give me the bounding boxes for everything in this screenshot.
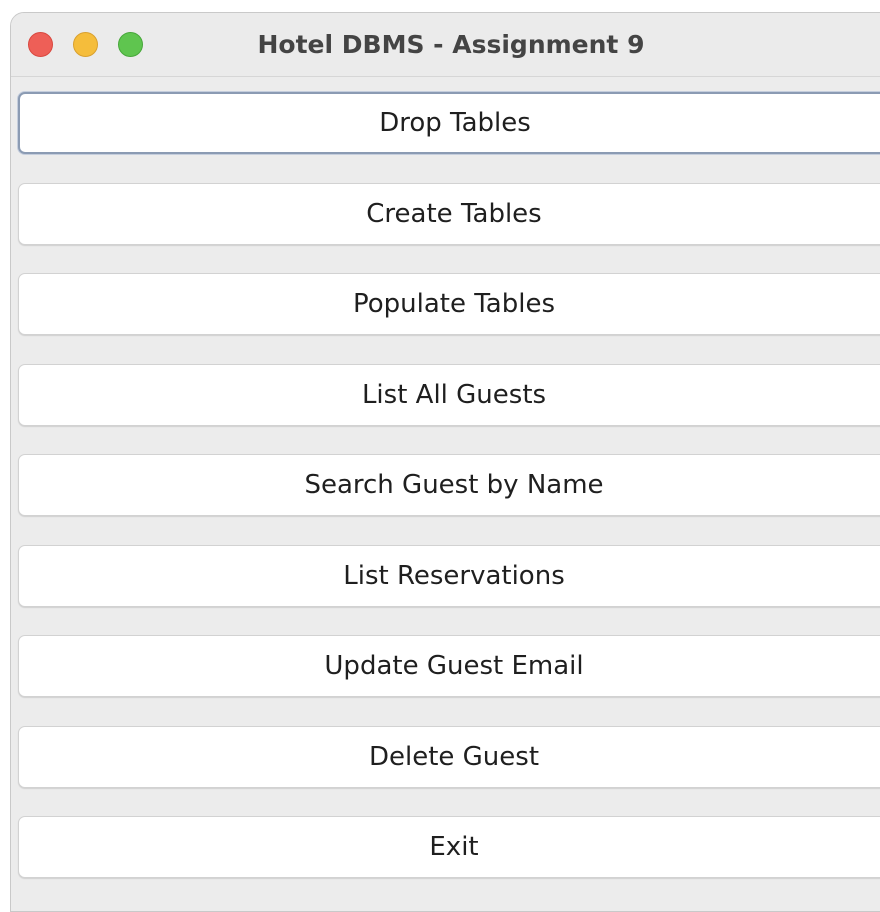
list-reservations-button[interactable]: List Reservations	[18, 545, 880, 607]
button-label: List Reservations	[343, 561, 565, 591]
create-tables-button[interactable]: Create Tables	[18, 183, 880, 245]
drop-tables-button[interactable]: Drop Tables	[18, 92, 880, 154]
button-label: Exit	[429, 832, 479, 862]
button-label: Delete Guest	[368, 742, 540, 772]
delete-guest-button[interactable]: Delete Guest	[18, 726, 880, 788]
list-all-guests-button[interactable]: List All Guests	[18, 364, 880, 426]
populate-tables-button[interactable]: Populate Tables	[18, 273, 880, 335]
button-label: Create Tables	[366, 199, 542, 229]
update-guest-email-button[interactable]: Update Guest Email	[18, 635, 880, 697]
app-window: Hotel DBMS - Assignment 9 Drop Tables Cr…	[10, 12, 880, 912]
button-label: Update Guest Email	[324, 651, 584, 681]
window-title: Hotel DBMS - Assignment 9	[257, 30, 645, 59]
button-label: Search Guest by Name	[304, 470, 604, 500]
button-label: List All Guests	[361, 380, 547, 410]
title-bar[interactable]: Hotel DBMS - Assignment 9	[11, 13, 880, 77]
exit-button[interactable]: Exit	[18, 816, 880, 878]
button-label: Drop Tables	[379, 108, 531, 138]
search-guest-by-name-button[interactable]: Search Guest by Name	[18, 454, 880, 516]
button-label: Populate Tables	[352, 289, 556, 319]
